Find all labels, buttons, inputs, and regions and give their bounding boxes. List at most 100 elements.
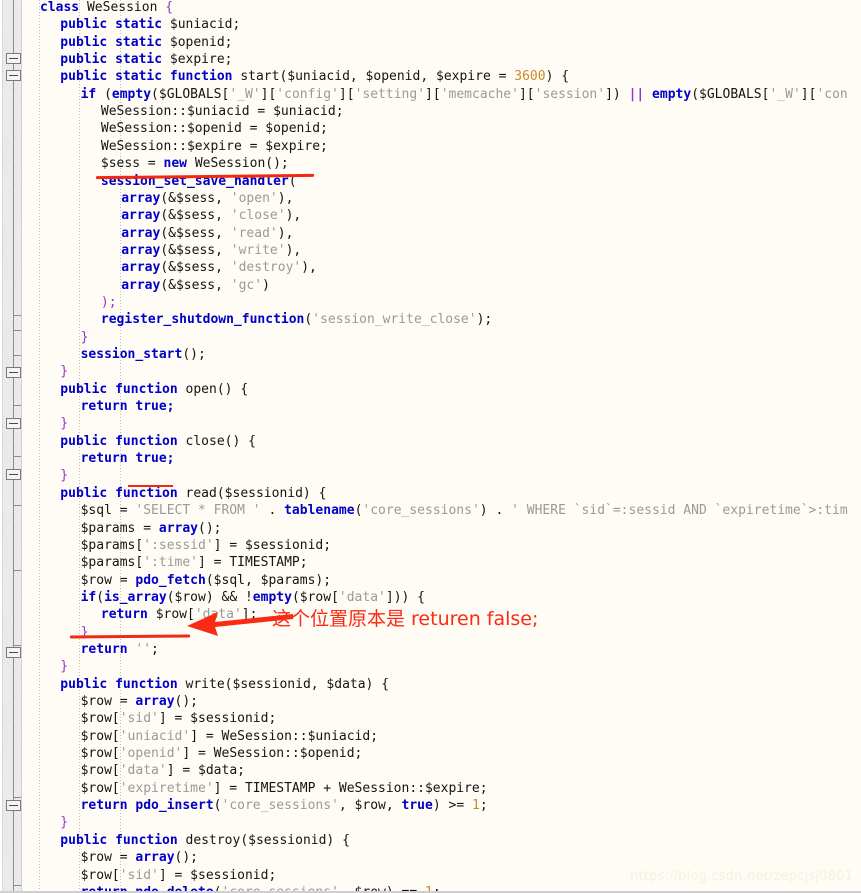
- code-token: () {: [216, 381, 249, 397]
- code-token: ][: [425, 86, 441, 102]
- code-token: start: [240, 69, 280, 85]
- code-token: public static function: [60, 69, 241, 85]
- code-token: , $row,: [338, 798, 402, 814]
- code-line: if(is_array($row) && !empty($row['data']…: [81, 589, 425, 606]
- code-token: ();: [182, 347, 206, 362]
- code-token: (&$sess,: [160, 242, 231, 258]
- code-token: ] = $sessionid;: [213, 537, 332, 553]
- code-token: 'session_write_close': [312, 312, 477, 328]
- fold-region-end: [13, 315, 21, 316]
- code-line: );: [101, 294, 117, 311]
- code-token: 'destroy': [230, 260, 302, 276]
- code-line: $row['data'] = $data;: [81, 762, 245, 779]
- code-line: return pdo_insert('core_sessions', $row,…: [81, 797, 488, 814]
- code-token: public function: [60, 485, 186, 501]
- fold-collapse-toggle[interactable]: [6, 418, 21, 429]
- code-token: array: [121, 242, 161, 258]
- code-editor[interactable]: class WeSession { public static $uniacid;…: [0, 0, 861, 893]
- code-token: ),: [277, 190, 294, 206]
- code-line: }: [60, 415, 68, 432]
- code-token: pdo_fetch: [135, 572, 206, 588]
- fold-collapse-toggle[interactable]: [6, 367, 21, 378]
- code-token: '_W': [229, 86, 261, 102]
- code-token: 'data': [194, 607, 242, 623]
- fold-region-end: [13, 645, 21, 646]
- code-token: class: [40, 0, 87, 15]
- code-token: ;: [479, 798, 488, 814]
- code-token: $params[: [80, 555, 144, 571]
- code-token: ();: [174, 850, 199, 866]
- code-token: 'data': [338, 589, 386, 605]
- code-token: ): [262, 277, 270, 293]
- fold-collapse-toggle[interactable]: [6, 469, 21, 480]
- code-token: 'core_sessions': [221, 798, 339, 814]
- code-token: $row[: [80, 746, 120, 762]
- code-token: ) >=: [432, 798, 472, 814]
- fold-region-end: [13, 505, 21, 506]
- code-token: ] = $sessionid;: [158, 867, 277, 883]
- code-token: 'setting': [354, 86, 426, 102]
- code-folding-gutter[interactable]: [0, 0, 22, 893]
- code-token: ),: [301, 260, 317, 276]
- fold-collapse-toggle[interactable]: [6, 53, 21, 64]
- code-token: ();: [265, 156, 289, 172]
- fold-region-end: [13, 797, 21, 798]
- code-content[interactable]: class WeSession { public static $uniacid;…: [22, 0, 861, 893]
- code-token: 'con: [816, 86, 848, 102]
- code-token: ($GLOBALS[: [151, 86, 230, 102]
- code-line: $row = array();: [81, 849, 198, 866]
- code-token: 1: [471, 798, 480, 814]
- code-token: return: [100, 607, 156, 623]
- code-line: public static $openid;: [60, 34, 232, 51]
- code-token: ),: [285, 242, 302, 258]
- code-token: $sql =: [80, 503, 136, 519]
- code-line: $row['sid'] = $sessionid;: [81, 867, 277, 884]
- code-line: array(&$sess, 'close'),: [121, 207, 301, 224]
- code-line: $sql = 'SELECT * FROM ' . tablename('cor…: [81, 502, 848, 519]
- code-line: }: [60, 363, 68, 380]
- code-token: $row =: [80, 850, 136, 866]
- code-line: WeSession::$uniacid = $uniacid;: [101, 103, 344, 120]
- code-token: $uniacid;: [169, 17, 241, 33]
- fold-spine: [13, 652, 14, 797]
- code-token: ) {: [545, 69, 570, 85]
- code-token: () {: [224, 433, 256, 449]
- code-token: open: [185, 381, 217, 397]
- code-line: $row['openid'] = WeSession::$openid;: [81, 745, 363, 762]
- code-line: public static function start($uniacid, $…: [60, 68, 569, 85]
- code-token: ] = TIMESTAMP + WeSession::$expire;: [213, 780, 488, 796]
- code-token: return true;: [80, 451, 175, 467]
- code-token: ||: [628, 86, 645, 102]
- code-token: ] = $data;: [166, 763, 245, 779]
- code-token: $uniacid, $openid, $expire =: [287, 69, 515, 85]
- code-token: );: [476, 312, 493, 328]
- code-token: ][: [518, 86, 535, 102]
- fold-collapse-toggle[interactable]: [6, 647, 21, 658]
- code-token: 'gc': [230, 277, 263, 293]
- code-line: session_start();: [81, 346, 206, 363]
- code-token: $openid;: [169, 34, 233, 50]
- fold-spine: [13, 805, 14, 885]
- code-token: ]): [605, 86, 629, 102]
- code-token: session_start: [80, 347, 183, 362]
- code-token: ($sessionid) {: [216, 485, 327, 501]
- code-line: class WeSession {: [40, 0, 173, 16]
- code-token: ($row) && !: [166, 589, 253, 605]
- code-token: write: [185, 676, 225, 692]
- fold-spine: [13, 75, 14, 315]
- code-token: ($sql, $params);: [205, 572, 332, 588]
- code-token: ][: [800, 86, 817, 102]
- code-line: $params = array();: [81, 520, 222, 537]
- annotation-underline-read: [128, 485, 173, 487]
- code-line: return $row['data'];: [101, 606, 258, 623]
- code-token: WeSession: [86, 0, 158, 15]
- code-token: ($GLOBALS[: [691, 86, 770, 102]
- fold-collapse-toggle[interactable]: [6, 70, 21, 81]
- code-token: $params =: [80, 520, 159, 536]
- fold-collapse-toggle[interactable]: [6, 800, 21, 811]
- code-token: 'session': [534, 86, 606, 102]
- code-token: $row[: [80, 780, 120, 796]
- code-token: WeSession::$uniacid = $uniacid;: [100, 104, 344, 120]
- code-token: public static: [60, 52, 170, 68]
- code-token: public static: [60, 34, 170, 50]
